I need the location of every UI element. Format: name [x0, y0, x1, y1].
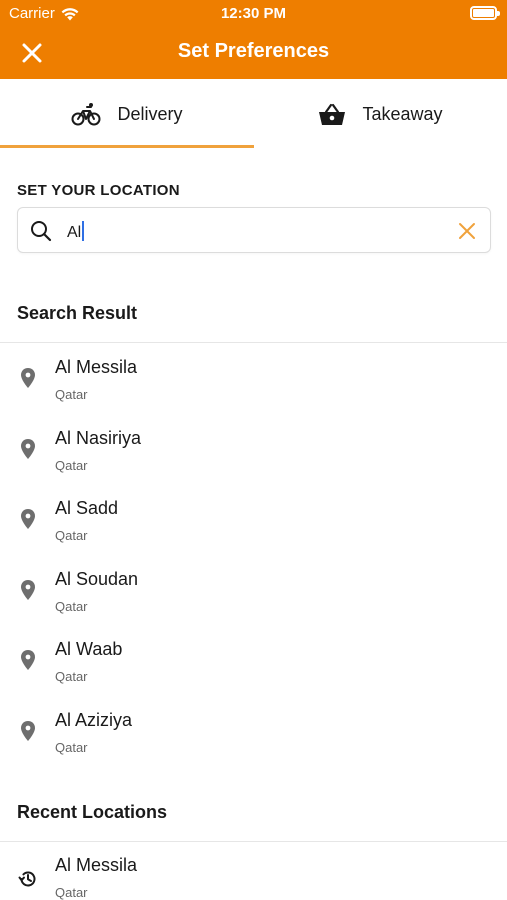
divider [0, 841, 507, 842]
tab-delivery-label: Delivery [117, 103, 183, 124]
basket-icon [319, 103, 346, 125]
search-result-list: Al Messila Qatar Al Nasiriya Qatar Al Sa… [0, 350, 507, 774]
list-item[interactable]: Al Sadd Qatar [0, 491, 507, 562]
location-pin-icon [21, 438, 35, 459]
active-tab-indicator [0, 145, 254, 148]
location-pin-icon [21, 579, 35, 600]
location-pin-icon [21, 368, 35, 388]
bicycle-icon [71, 103, 101, 126]
list-item-subtitle: Qatar [55, 528, 88, 544]
list-item[interactable]: Al Soudan Qatar [0, 562, 507, 633]
list-item-title: Al Waab [55, 639, 123, 660]
list-item[interactable]: Al Waab Qatar [0, 632, 507, 703]
list-item-subtitle: Qatar [55, 885, 88, 900]
list-item-title: Al Messila [55, 357, 138, 377]
list-item-subtitle: Qatar [55, 387, 88, 402]
location-pin-icon [21, 509, 35, 530]
tab-takeaway[interactable]: Takeaway [254, 79, 507, 149]
nav-bar: Set Preferences [0, 30, 507, 74]
list-item-subtitle: Qatar [55, 598, 88, 614]
list-item-title: Al Soudan [55, 568, 139, 589]
recent-location-item[interactable]: Al Messila Qatar [0, 849, 507, 900]
divider [0, 342, 507, 343]
list-item-title: Al Sadd [55, 498, 119, 519]
app-header: Carrier 12:30 PM Set Preferences [0, 0, 507, 79]
list-item[interactable]: Al Messila Qatar [0, 350, 507, 421]
list-item[interactable]: Al Nasiriya Qatar [0, 421, 507, 492]
history-icon [18, 871, 36, 887]
list-item[interactable]: Al Aziziya Qatar [0, 703, 507, 774]
page-title: Set Preferences [177, 40, 330, 62]
search-icon [31, 221, 52, 242]
list-item-title: Al Aziziya [55, 709, 133, 730]
tab-delivery[interactable]: Delivery [0, 79, 254, 149]
location-pin-icon [21, 650, 35, 671]
location-search-field[interactable]: Al [17, 207, 491, 253]
clear-icon[interactable] [458, 222, 476, 240]
list-item-title: Al Nasiriya [55, 427, 142, 448]
tab-takeaway-label: Takeaway [362, 103, 443, 124]
list-item-subtitle: Qatar [55, 457, 88, 473]
search-text: Al [67, 224, 82, 241]
search-input-value[interactable]: Al [67, 221, 85, 242]
location-pin-icon [21, 720, 35, 741]
order-type-tabs: Delivery Takeaway [0, 79, 507, 149]
status-bar: Carrier 12:30 PM [0, 0, 507, 28]
list-item-title: Al Messila [55, 855, 138, 875]
status-time: 12:30 PM [220, 5, 287, 22]
list-item-subtitle: Qatar [55, 669, 88, 685]
list-item-subtitle: Qatar [55, 739, 88, 755]
text-caret [82, 221, 85, 241]
set-location-label: SET YOUR LOCATION [17, 182, 180, 199]
battery-icon [470, 6, 500, 20]
recent-locations-heading: Recent Locations [17, 802, 168, 822]
search-result-heading: Search Result [17, 303, 138, 323]
